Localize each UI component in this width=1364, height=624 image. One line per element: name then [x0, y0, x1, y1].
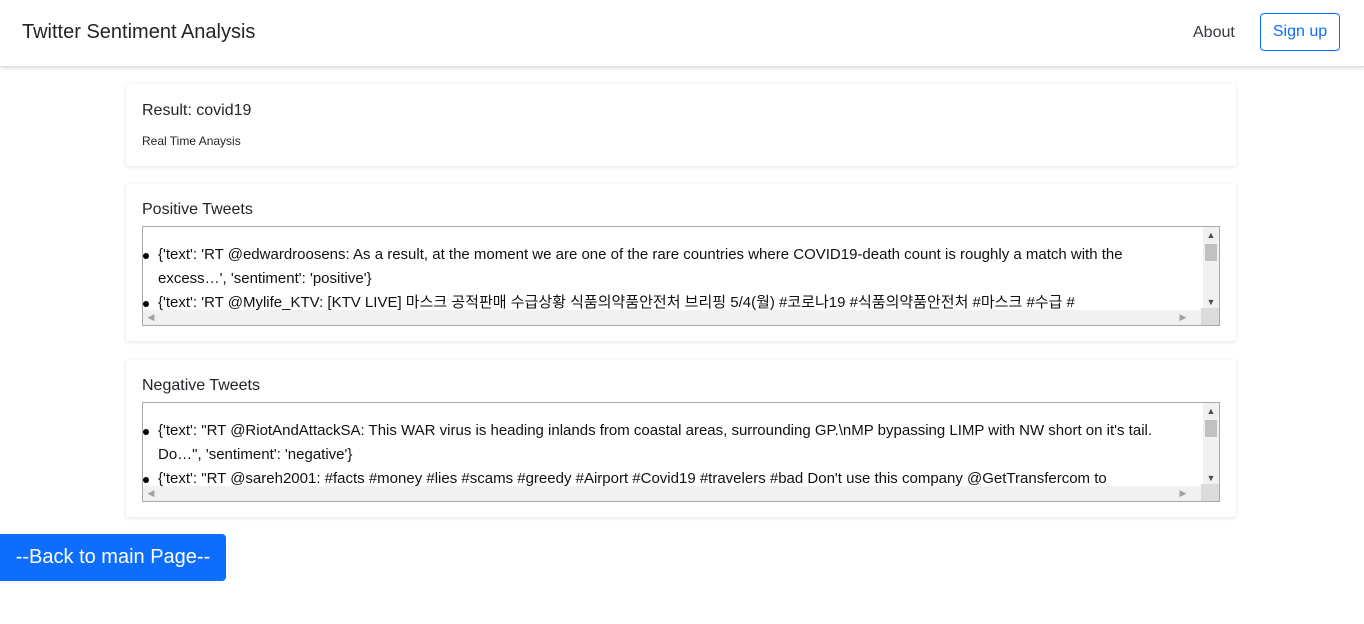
nav-link-about[interactable]: About — [1193, 24, 1235, 42]
negative-tweets-list: {'text': "RT @RiotAndAttackSA: This WAR … — [143, 403, 1203, 486]
negative-tweets-label: Negative Tweets — [142, 377, 260, 394]
negative-tweets-box[interactable]: {'text': "RT @RiotAndAttackSA: This WAR … — [142, 402, 1220, 502]
brand-title[interactable]: Twitter Sentiment Analysis — [22, 21, 255, 44]
tweet-item: {'text': "RT @RiotAndAttackSA: This WAR … — [143, 419, 1203, 467]
scroll-up-icon[interactable]: ▲ — [1203, 403, 1219, 419]
back-to-main-button[interactable]: --Back to main Page-- — [0, 534, 226, 581]
horizontal-scrollbar[interactable]: ◀ ▶ — [143, 310, 1203, 325]
positive-tweets-label: Positive Tweets — [142, 201, 253, 218]
positive-tweets-card: Positive Tweets {'text': 'RT @edwardroos… — [126, 184, 1236, 341]
bullet-icon — [143, 301, 149, 307]
vertical-scrollbar[interactable]: ▲ ▼ — [1203, 227, 1219, 310]
positive-tweets-box[interactable]: {'text': 'RT @edwardroosens: As a result… — [142, 226, 1220, 326]
bullet-icon — [143, 477, 149, 483]
tweet-text: {'text': "RT @RiotAndAttackSA: This WAR … — [158, 422, 1153, 463]
result-card: Result: covid19 Real Time Anaysis — [126, 84, 1236, 166]
tweet-item: {'text': "RT @sareh2001: #facts #money #… — [143, 467, 1203, 486]
positive-tweets-list: {'text': 'RT @edwardroosens: As a result… — [143, 227, 1203, 310]
result-title: Result: covid19 — [142, 102, 252, 119]
scroll-thumb[interactable] — [1205, 244, 1217, 261]
result-subtitle: Real Time Anaysis — [142, 134, 241, 148]
scroll-thumb[interactable] — [1205, 420, 1217, 437]
bullet-icon — [143, 253, 149, 259]
negative-tweets-card: Negative Tweets {'text': "RT @RiotAndAtt… — [126, 360, 1236, 517]
signup-button[interactable]: Sign up — [1260, 13, 1340, 51]
scroll-left-icon[interactable]: ◀ — [143, 310, 159, 325]
scroll-up-icon[interactable]: ▲ — [1203, 227, 1219, 243]
horizontal-scrollbar[interactable]: ◀ ▶ — [143, 486, 1203, 501]
tweet-text: {'text': 'RT @edwardroosens: As a result… — [158, 246, 1123, 287]
scroll-right-icon[interactable]: ▶ — [1175, 310, 1191, 325]
tweet-text: {'text': "RT @sareh2001: #facts #money #… — [158, 470, 1107, 486]
tweet-item: {'text': 'RT @edwardroosens: As a result… — [143, 243, 1203, 291]
scrollbar-corner — [1201, 484, 1219, 501]
scrollbar-corner — [1201, 308, 1219, 325]
bullet-icon — [143, 429, 149, 435]
tweet-text: {'text': 'RT @Mylife_KTV: [KTV LIVE] 마스크… — [158, 294, 1075, 310]
scroll-right-icon[interactable]: ▶ — [1175, 486, 1191, 501]
scroll-left-icon[interactable]: ◀ — [143, 486, 159, 501]
vertical-scrollbar[interactable]: ▲ ▼ — [1203, 403, 1219, 486]
tweet-item: {'text': 'RT @Mylife_KTV: [KTV LIVE] 마스크… — [143, 291, 1203, 310]
navbar: Twitter Sentiment Analysis About Sign up — [0, 0, 1364, 67]
